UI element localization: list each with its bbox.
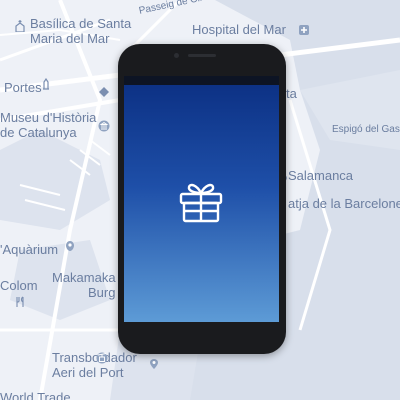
map-label-makamaka-2: Burg — [88, 285, 116, 300]
monument-icon — [40, 78, 52, 90]
map-label-salamanca: Salamanca — [288, 168, 354, 183]
location-pin-icon — [148, 358, 160, 370]
map-label-museu-2: de Catalunya — [0, 125, 77, 140]
cable-car-icon — [96, 352, 108, 364]
status-bar — [124, 76, 279, 85]
map-label-colom: Colom — [0, 278, 38, 293]
aquarium-icon — [64, 240, 76, 252]
phone-camera — [174, 53, 179, 58]
map-label-platja: atja de la Barcelone — [288, 196, 400, 211]
gift-icon — [176, 179, 226, 225]
phone-speaker — [188, 54, 216, 57]
map-label-transbordador: Transbordador — [52, 350, 137, 365]
map-label-world-trade: World Trade — [0, 390, 71, 400]
phone-frame — [118, 44, 286, 354]
app-splash-scene: Basílica de Santa Maria del Mar Passeig … — [0, 0, 400, 400]
restaurant-icon — [14, 296, 26, 308]
map-label-makamaka: Makamaka — [52, 270, 116, 285]
map-label-espigo: Espigó del Gas — [332, 124, 400, 135]
map-label-portes: Portes — [4, 80, 42, 95]
map-label-transbordador-2: Aeri del Port — [52, 365, 124, 380]
phone-screen — [124, 76, 279, 322]
map-label-museu: Museu d'Història — [0, 110, 97, 125]
church-icon — [14, 20, 26, 32]
hospital-icon — [298, 24, 310, 36]
navigation-icon — [98, 86, 110, 98]
map-label-hospital: Hospital del Mar — [192, 22, 286, 37]
map-label-basilica: Basílica de Santa — [30, 16, 132, 31]
museum-icon — [98, 120, 110, 132]
map-label-basilica-2: Maria del Mar — [30, 31, 110, 46]
map-label-aquarium: 'Aquàrium — [0, 242, 59, 257]
map-label-plataforma: ta — [286, 86, 297, 101]
